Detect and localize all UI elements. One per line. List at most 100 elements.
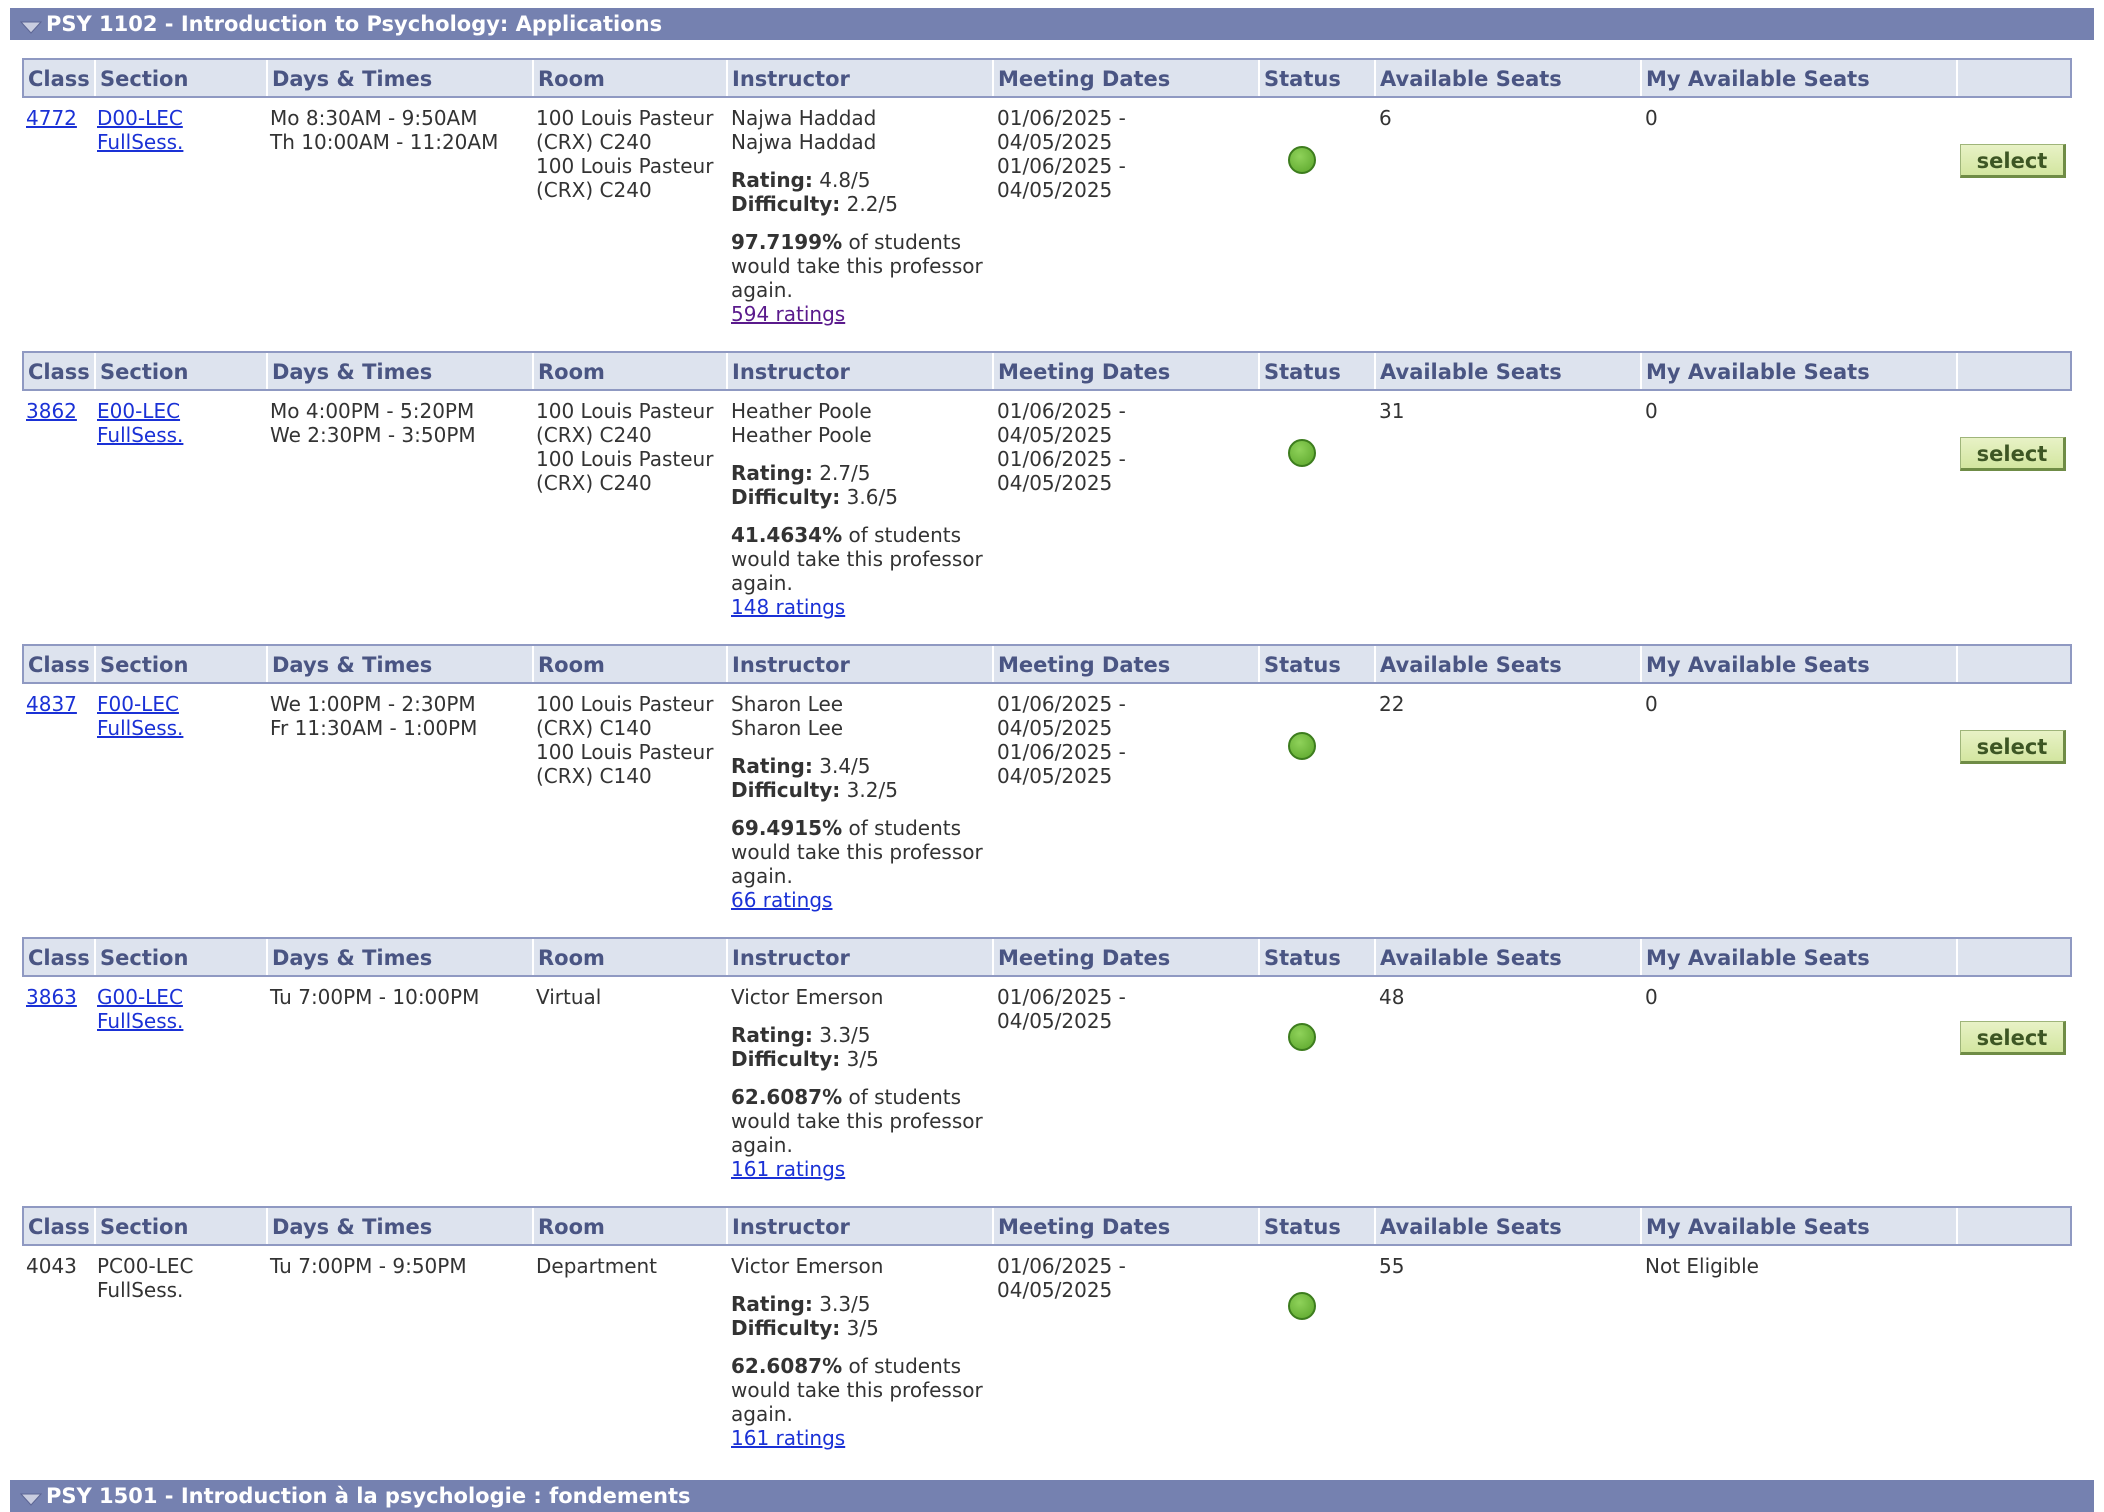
header-meeting-dates: Meeting Dates bbox=[992, 60, 1258, 96]
table-header: Class Section Days & Times Room Instruct… bbox=[22, 58, 2072, 98]
select-button[interactable]: select bbox=[1960, 437, 2066, 471]
difficulty-value: 2.2/5 bbox=[846, 192, 898, 216]
header-meeting-dates: Meeting Dates bbox=[992, 939, 1258, 975]
status-open-icon bbox=[1288, 439, 1316, 467]
header-room: Room bbox=[532, 353, 726, 389]
header-my-available-seats: My Available Seats bbox=[1640, 1208, 1956, 1244]
available-seats: 31 bbox=[1379, 399, 1405, 423]
meeting-dates: 01/06/2025 - 04/05/2025 bbox=[997, 154, 1126, 202]
difficulty-label: Difficulty: bbox=[731, 485, 841, 509]
header-section: Section bbox=[94, 646, 266, 682]
difficulty-value: 3/5 bbox=[846, 1047, 879, 1071]
session-link[interactable]: FullSess. bbox=[97, 1009, 183, 1033]
header-class: Class bbox=[28, 653, 90, 677]
header-days-times: Days & Times bbox=[266, 353, 532, 389]
session-link[interactable]: FullSess. bbox=[97, 130, 183, 154]
header-action bbox=[1956, 353, 2070, 389]
header-days-times: Days & Times bbox=[266, 1208, 532, 1244]
select-button[interactable]: select bbox=[1960, 144, 2066, 178]
instructor-name: Victor Emerson bbox=[731, 985, 884, 1009]
section-link[interactable]: D00-LEC bbox=[97, 106, 183, 130]
table-header: Class Section Days & Times Room Instruct… bbox=[22, 644, 2072, 684]
meeting-dates: 01/06/2025 - 04/05/2025 bbox=[997, 1254, 1126, 1302]
select-button[interactable]: select bbox=[1960, 730, 2066, 764]
meeting-time: We 1:00PM - 2:30PM bbox=[270, 692, 476, 716]
available-seats: 22 bbox=[1379, 692, 1405, 716]
class-number-link[interactable]: 4837 bbox=[26, 692, 77, 716]
table-header: Class Section Days & Times Room Instruct… bbox=[22, 1206, 2072, 1246]
ratings-link[interactable]: 148 ratings bbox=[731, 595, 845, 619]
header-available-seats: Available Seats bbox=[1374, 1208, 1640, 1244]
meeting-time: Mo 8:30AM - 9:50AM bbox=[270, 106, 478, 130]
ratings-link[interactable]: 161 ratings bbox=[731, 1426, 845, 1450]
meeting-dates: 01/06/2025 - 04/05/2025 bbox=[997, 740, 1126, 788]
collapse-icon[interactable] bbox=[20, 20, 42, 34]
course-title: PSY 1501 - Introduction à la psychologie… bbox=[46, 1484, 691, 1508]
course-header[interactable]: PSY 1102 - Introduction to Psychology: A… bbox=[10, 8, 2094, 40]
header-section: Section bbox=[94, 60, 266, 96]
class-number: 4043 bbox=[26, 1254, 77, 1278]
status-open-icon bbox=[1288, 1023, 1316, 1051]
section-link[interactable]: E00-LEC bbox=[97, 399, 180, 423]
difficulty-label: Difficulty: bbox=[731, 1047, 841, 1071]
header-section: Section bbox=[94, 939, 266, 975]
ratings-link[interactable]: 594 ratings bbox=[731, 302, 845, 326]
header-my-available-seats: My Available Seats bbox=[1640, 60, 1956, 96]
header-status: Status bbox=[1258, 60, 1374, 96]
instructor-name: Heather Poole bbox=[731, 399, 872, 423]
take-again-percent: 69.4915% bbox=[731, 816, 843, 840]
class-number-link[interactable]: 3862 bbox=[26, 399, 77, 423]
header-available-seats: Available Seats bbox=[1374, 646, 1640, 682]
header-class: Class bbox=[28, 946, 90, 970]
instructor-name: Najwa Haddad bbox=[731, 130, 877, 154]
instructor-name: Heather Poole bbox=[731, 423, 872, 447]
header-my-available-seats: My Available Seats bbox=[1640, 646, 1956, 682]
header-meeting-dates: Meeting Dates bbox=[992, 353, 1258, 389]
difficulty-label: Difficulty: bbox=[731, 192, 841, 216]
header-my-available-seats: My Available Seats bbox=[1640, 939, 1956, 975]
header-room: Room bbox=[532, 60, 726, 96]
difficulty-label: Difficulty: bbox=[731, 778, 841, 802]
header-available-seats: Available Seats bbox=[1374, 939, 1640, 975]
rating-label: Rating: bbox=[731, 1023, 813, 1047]
meeting-time: Th 10:00AM - 11:20AM bbox=[270, 130, 499, 154]
take-again-percent: 62.6087% bbox=[731, 1354, 843, 1378]
ratings-link[interactable]: 66 ratings bbox=[731, 888, 832, 912]
table-header: Class Section Days & Times Room Instruct… bbox=[22, 937, 2072, 977]
session-link[interactable]: FullSess. bbox=[97, 423, 183, 447]
instructor-name: Victor Emerson bbox=[731, 1254, 884, 1278]
class-number-link[interactable]: 4772 bbox=[26, 106, 77, 130]
meeting-dates: 01/06/2025 - 04/05/2025 bbox=[997, 985, 1126, 1033]
header-meeting-dates: Meeting Dates bbox=[992, 646, 1258, 682]
my-available-seats: 0 bbox=[1645, 692, 1658, 716]
header-room: Room bbox=[532, 939, 726, 975]
select-button[interactable]: select bbox=[1960, 1021, 2066, 1055]
difficulty-label: Difficulty: bbox=[731, 1316, 841, 1340]
class-section-block: Class Section Days & Times Room Instruct… bbox=[22, 937, 2072, 1181]
collapse-icon[interactable] bbox=[20, 1492, 42, 1506]
section-link[interactable]: F00-LEC bbox=[97, 692, 179, 716]
header-my-available-seats: My Available Seats bbox=[1640, 353, 1956, 389]
rating-value: 3.3/5 bbox=[819, 1292, 871, 1316]
room: 100 Louis Pasteur (CRX) C240 bbox=[536, 447, 714, 495]
table-header: Class Section Days & Times Room Instruct… bbox=[22, 351, 2072, 391]
header-action bbox=[1956, 60, 2070, 96]
header-status: Status bbox=[1258, 1208, 1374, 1244]
take-again-percent: 41.4634% bbox=[731, 523, 843, 547]
class-number-link[interactable]: 3863 bbox=[26, 985, 77, 1009]
course-header[interactable]: PSY 1501 - Introduction à la psychologie… bbox=[10, 1480, 2094, 1512]
session-link[interactable]: FullSess. bbox=[97, 716, 183, 740]
header-section: Section bbox=[94, 1208, 266, 1244]
difficulty-value: 3.6/5 bbox=[846, 485, 898, 509]
ratings-link[interactable]: 161 ratings bbox=[731, 1157, 845, 1181]
header-days-times: Days & Times bbox=[266, 60, 532, 96]
rating-label: Rating: bbox=[731, 754, 813, 778]
take-again-percent: 97.7199% bbox=[731, 230, 843, 254]
section-link[interactable]: G00-LEC bbox=[97, 985, 183, 1009]
header-action bbox=[1956, 646, 2070, 682]
instructor-name: Sharon Lee bbox=[731, 716, 844, 740]
rating-label: Rating: bbox=[731, 461, 813, 485]
header-status: Status bbox=[1258, 353, 1374, 389]
status-open-icon bbox=[1288, 146, 1316, 174]
class-section-block: Class Section Days & Times Room Instruct… bbox=[22, 644, 2072, 912]
